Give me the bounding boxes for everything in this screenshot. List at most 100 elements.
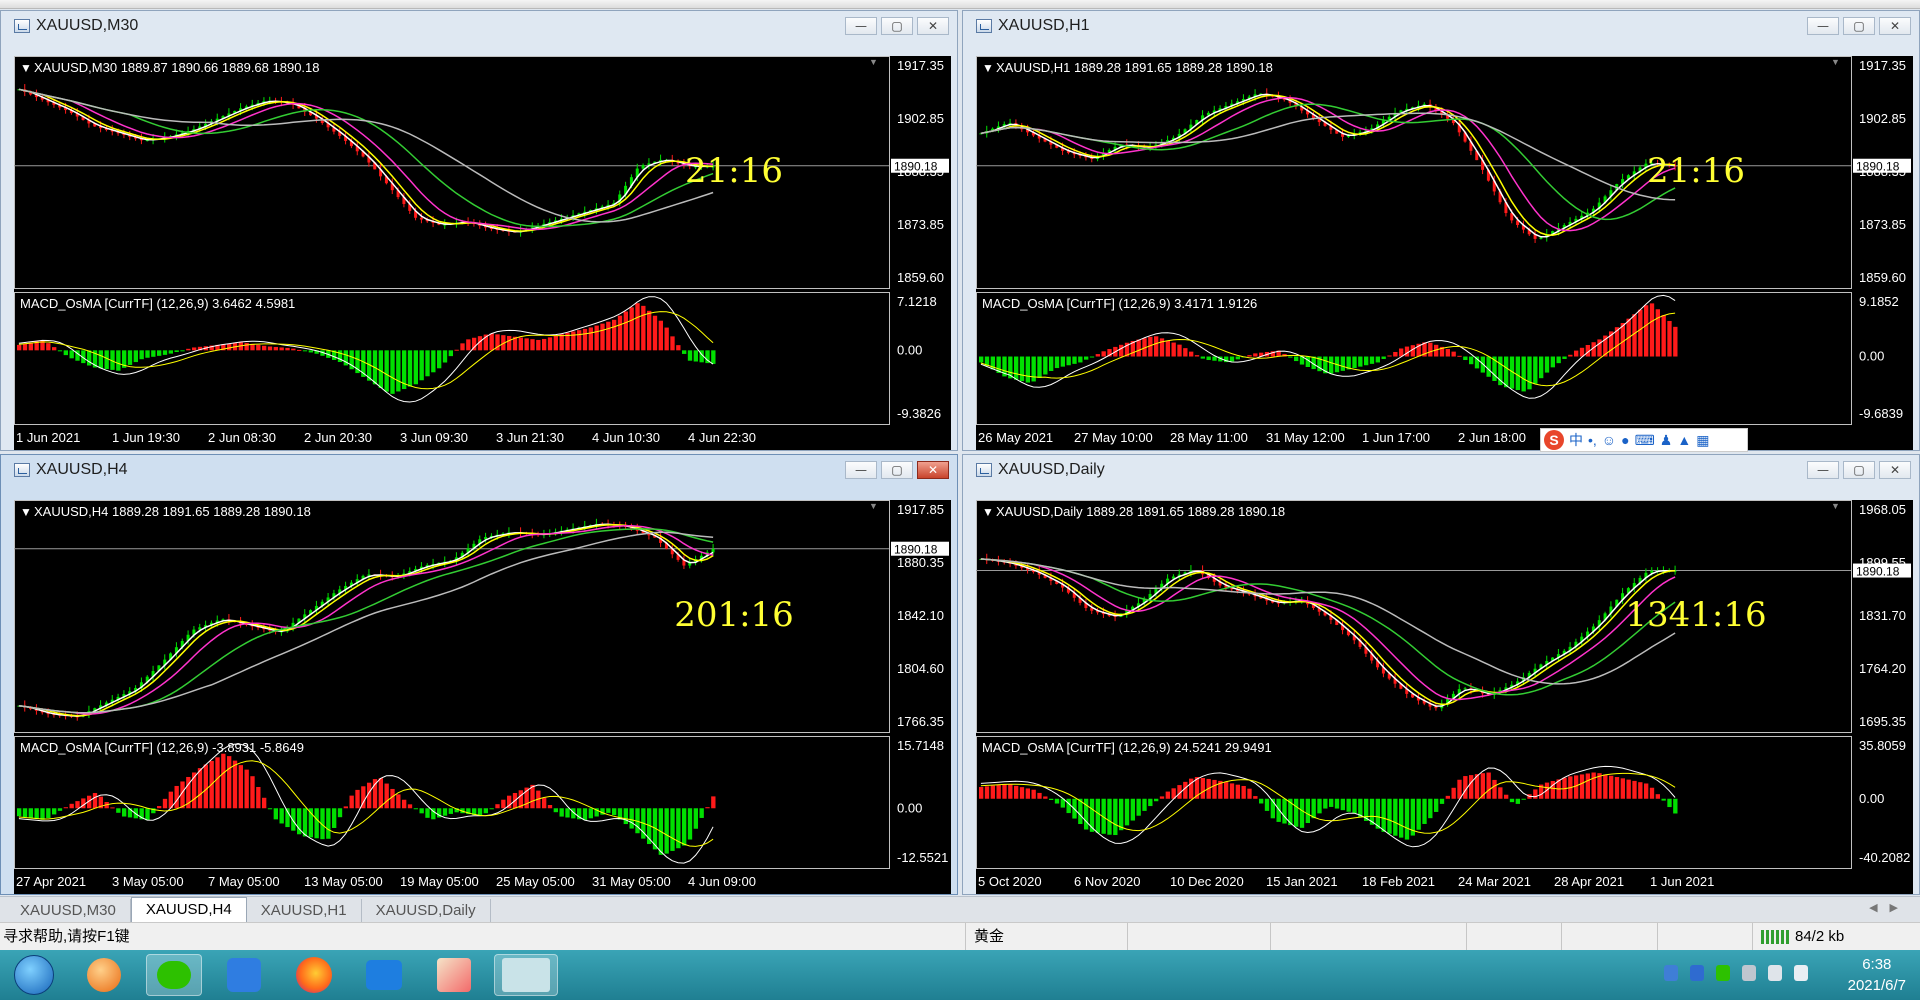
emoji-icon[interactable]: ☺ [1602, 432, 1616, 448]
current-price-label: 1890.18 [894, 160, 938, 174]
tab-xauusd-m30[interactable]: XAUUSD,M30 [6, 899, 131, 923]
grid-icon[interactable]: ▦ [1696, 432, 1709, 449]
tab-xauusd-h4[interactable]: XAUUSD,H4 [130, 897, 247, 923]
close-button[interactable]: ✕ [1879, 461, 1911, 479]
mt4-icon[interactable] [494, 954, 558, 996]
maximize-button[interactable]: ▢ [1843, 461, 1875, 479]
macd-histogram-bar [676, 345, 681, 351]
chart-window-h1[interactable]: XAUUSD,H1 — ▢ ✕ 1917.351902.851888.35187… [962, 10, 1920, 451]
window-titlebar[interactable]: XAUUSD,H4 — ▢ ✕ [1, 455, 957, 485]
tab-xauusd-daily[interactable]: XAUUSD,Daily [362, 899, 491, 923]
security-icon[interactable] [1690, 965, 1704, 981]
macd-histogram-bar [1200, 356, 1205, 359]
ma-line-gray [980, 558, 1676, 685]
system-clock[interactable]: 6:38 2021/6/7 [1848, 954, 1906, 996]
maximize-button[interactable]: ▢ [1843, 17, 1875, 35]
window-titlebar[interactable]: XAUUSD,M30 — ▢ ✕ [1, 11, 957, 41]
minimize-button[interactable]: — [845, 17, 877, 35]
wechat-icon[interactable] [146, 954, 202, 996]
window-titlebar[interactable]: XAUUSD,Daily — ▢ ✕ [963, 455, 1919, 485]
time-tick-label: 19 May 05:00 [400, 874, 479, 889]
macd-histogram-bar [297, 349, 302, 351]
macd-histogram-bar [413, 350, 418, 385]
skin-icon[interactable]: ▲ [1677, 432, 1691, 448]
window-titlebar[interactable]: XAUUSD,H1 — ▢ ✕ [963, 11, 1919, 41]
mic-icon[interactable]: ● [1621, 432, 1629, 448]
edit-icon[interactable] [216, 954, 272, 996]
connection-bars-icon [1761, 930, 1789, 945]
price-tick-label: 1766.35 [897, 714, 944, 729]
macd-histogram-bar [127, 350, 133, 365]
keyboard-icon[interactable]: ⌨ [1635, 432, 1655, 449]
chart-window-h4[interactable]: XAUUSD,H4 — ▢ ✕ 1917.85 1880.35 1842.10 180… [0, 454, 958, 895]
chart-window-m30[interactable]: XAUUSD,M30 — ▢ ✕ 1917.351902.851888.3518… [0, 10, 958, 451]
time-tick-label: 24 Mar 2021 [1458, 874, 1531, 889]
macd-histogram-bar [507, 335, 512, 351]
macd-histogram-bar [670, 808, 675, 851]
chart-header: XAUUSD,Daily 1889.28 1891.65 1889.28 189… [996, 504, 1285, 519]
chart-area[interactable]: 1917.85 1880.35 1842.10 1804.60 1766.35 1890.… [14, 500, 951, 894]
start-icon[interactable] [6, 954, 62, 996]
macd-histogram-bar [547, 805, 553, 809]
macd-histogram-bar [1521, 798, 1526, 800]
ime-toolbar[interactable]: S 中 •, ☺ ● ⌨ ♟ ▲ ▦ [1540, 428, 1748, 452]
macd-histogram-bar [693, 350, 698, 362]
price-tick-label: 1917.35 [1859, 58, 1906, 73]
macd-histogram-bar [1673, 326, 1678, 357]
chart-area[interactable]: 1968.05 1899.55 1831.70 1764.20 1695.35 1890.… [976, 500, 1913, 894]
chart-area[interactable]: 1917.351902.851888.351873.851859.601890.… [976, 56, 1913, 450]
punctuation-icon[interactable]: •, [1588, 432, 1597, 448]
macd-histogram-bar [232, 760, 238, 809]
sogou-icon[interactable]: S [1544, 430, 1564, 450]
chart-canvas[interactable]: 1917.85 1880.35 1842.10 1804.60 1766.35 1890.… [14, 500, 951, 894]
tab-xauusd-h1[interactable]: XAUUSD,H1 [247, 899, 362, 923]
chart-canvas[interactable]: 1917.351902.851888.351873.851859.601890.… [14, 56, 951, 450]
macd-histogram-bar [1282, 798, 1287, 824]
close-button[interactable]: ✕ [917, 17, 949, 35]
macd-histogram-bar [104, 350, 109, 370]
macd-histogram-bar [1329, 356, 1334, 374]
macd-histogram-bar [1049, 798, 1054, 800]
chart-window-daily[interactable]: XAUUSD,Daily — ▢ ✕ 1968.05 1899.55 1831.70… [962, 454, 1920, 895]
maximize-button[interactable]: ▢ [881, 17, 913, 35]
macd-histogram-bar [1089, 356, 1095, 358]
signal-icon[interactable] [1794, 965, 1808, 981]
wechat-tray-icon[interactable] [1716, 965, 1730, 981]
chart-area[interactable]: 1917.351902.851888.351873.851859.601890.… [14, 56, 951, 450]
maximize-button[interactable]: ▢ [881, 461, 913, 479]
firefox-icon[interactable] [286, 954, 342, 996]
network-icon[interactable] [1742, 965, 1756, 981]
macd-histogram-bar [1259, 798, 1264, 804]
minimize-button[interactable]: — [845, 461, 877, 479]
chart-canvas[interactable]: 1917.351902.851888.351873.851859.601890.… [976, 56, 1913, 450]
macd-histogram-bar [1404, 798, 1410, 840]
minimize-button[interactable]: — [1807, 17, 1839, 35]
macd-histogram-bar [1229, 783, 1235, 799]
tab-scroll-arrows[interactable]: ◀▶ [1869, 901, 1910, 914]
macd-histogram-bar [1451, 351, 1456, 357]
macd-histogram-bar [326, 808, 331, 839]
tray-app-icon[interactable] [1664, 965, 1678, 981]
macd-histogram-bar [1463, 776, 1468, 799]
macd-histogram-bar [664, 808, 669, 854]
macd-histogram-bar [1620, 323, 1625, 357]
ime-mode-label[interactable]: 中 [1569, 430, 1583, 450]
minimize-button[interactable]: — [1807, 461, 1839, 479]
macd-histogram-bar [594, 325, 599, 351]
macd-histogram-bar [151, 350, 156, 357]
macd-histogram-bar [629, 307, 634, 351]
macd-histogram-bar [1031, 356, 1036, 382]
app-orange-icon[interactable] [76, 954, 132, 996]
volume-icon[interactable] [1768, 965, 1782, 981]
connection-status[interactable]: 84/2 kb [1752, 923, 1920, 951]
chart-canvas[interactable]: 1968.051899.551831.701764.201695.351890.… [976, 500, 1913, 894]
user-icon[interactable]: ♟ [1660, 432, 1673, 449]
macd-histogram-bar [979, 786, 984, 799]
macd-histogram-bar [711, 796, 716, 809]
macd-histogram-bar [990, 785, 995, 799]
macd-histogram-bar [1171, 342, 1176, 357]
tools-icon[interactable] [426, 954, 482, 996]
close-button[interactable]: ✕ [1879, 17, 1911, 35]
close-button[interactable]: ✕ [917, 461, 949, 479]
chart-app-icon[interactable] [356, 954, 412, 996]
